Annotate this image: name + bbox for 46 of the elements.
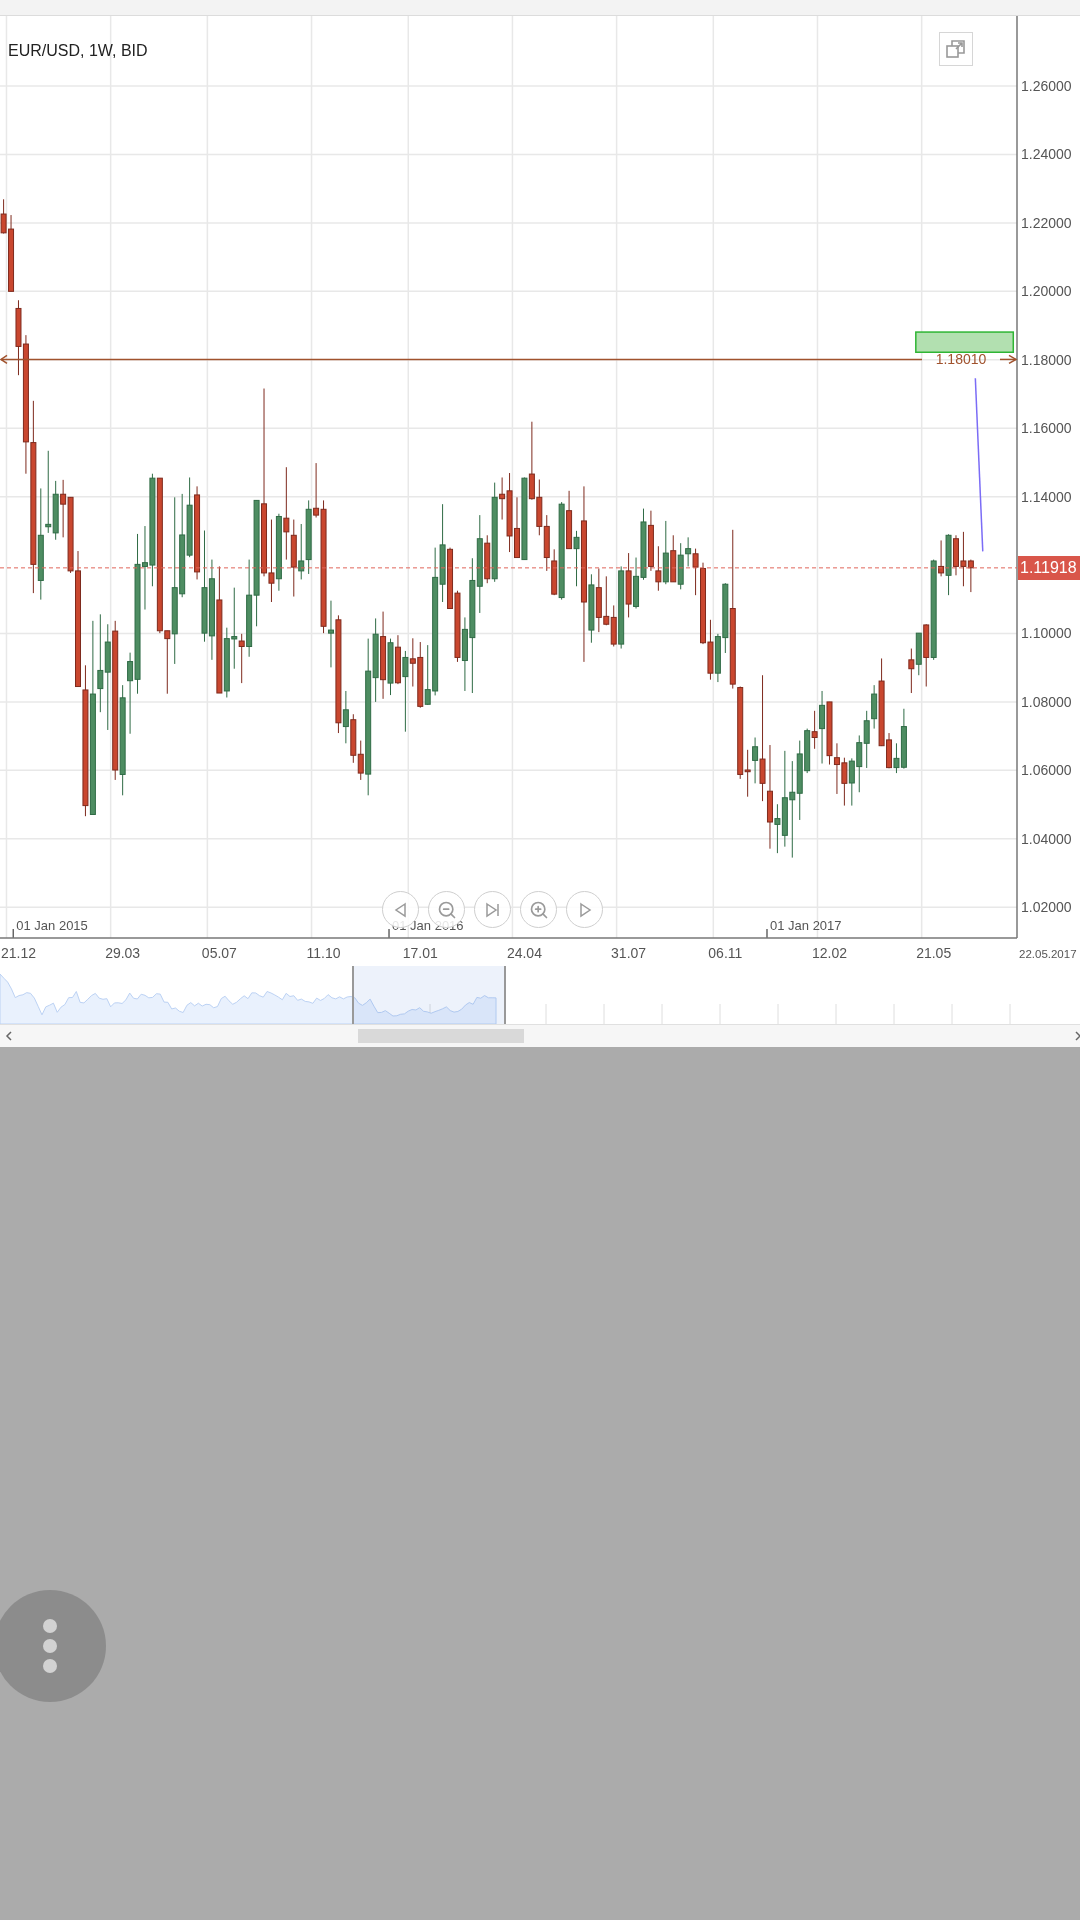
skip-to-end-icon — [483, 901, 502, 918]
date-axis-label: 31.07 — [611, 945, 647, 961]
zoom-in-icon — [528, 899, 549, 920]
date-axis-label: 11.10 — [306, 945, 341, 961]
date-axis-label: 21.12 — [0, 945, 36, 961]
skip-to-end-button[interactable] — [474, 891, 511, 928]
price-line-label: 1.18010 — [935, 351, 987, 368]
chevron-right-icon — [1074, 1030, 1080, 1042]
date-axis-label: 12.02 — [812, 945, 847, 961]
year-label: 01 Jan 2017 — [770, 918, 842, 933]
price-axis-label: 1.04000 — [1021, 830, 1072, 847]
year-label: 01 Jan 2016 — [392, 918, 464, 933]
price-axis-label: 1.26000 — [1021, 78, 1072, 95]
date-axis-label: 21.05 — [916, 945, 952, 961]
chevron-left-icon — [4, 1030, 14, 1042]
price-axis-label: 1.20000 — [1021, 283, 1072, 300]
date-axis-label: 29.03 — [105, 945, 141, 961]
price-axis-label: 1.02000 — [1021, 899, 1072, 916]
scrollbar[interactable] — [0, 1024, 1080, 1047]
price-axis-label: 1.06000 — [1021, 762, 1072, 779]
price-axis-label: 1.10000 — [1021, 625, 1072, 642]
scroll-right-button[interactable] — [566, 891, 603, 928]
date-axis-label: 24.04 — [506, 945, 542, 961]
price-axis-label: 1.16000 — [1021, 420, 1072, 437]
year-label: 01 Jan 2015 — [16, 918, 88, 933]
trend-line[interactable] — [974, 377, 984, 553]
left-triangle-icon — [392, 901, 409, 918]
zoom-out-icon — [436, 899, 457, 920]
date-axis-label: 17.01 — [402, 945, 438, 961]
external-window-icon — [945, 38, 967, 60]
zoom-out-button[interactable] — [428, 891, 465, 928]
price-axis-label: 1.22000 — [1021, 214, 1072, 231]
vertical-dots-icon — [42, 1618, 58, 1674]
last-date-label: 22.05.2017 — [1019, 948, 1077, 960]
horizontal-price-line[interactable] — [0, 354, 1018, 365]
current-price-tag: 1.11918 — [1018, 555, 1080, 580]
zoom-in-button[interactable] — [520, 891, 557, 928]
price-axis-label: 1.08000 — [1021, 693, 1072, 710]
chart-title: EUR/USD, 1W, BID — [8, 42, 148, 60]
scrollbar-thumb[interactable] — [358, 1029, 524, 1043]
price-axis-label: 1.24000 — [1021, 146, 1072, 163]
date-axis-label: 06.11 — [708, 945, 743, 961]
date-axis-label: 05.07 — [201, 945, 237, 961]
popout-button[interactable] — [939, 32, 973, 66]
price-axis-label: 1.14000 — [1021, 488, 1072, 505]
price-axis-label: 1.18000 — [1021, 351, 1072, 368]
